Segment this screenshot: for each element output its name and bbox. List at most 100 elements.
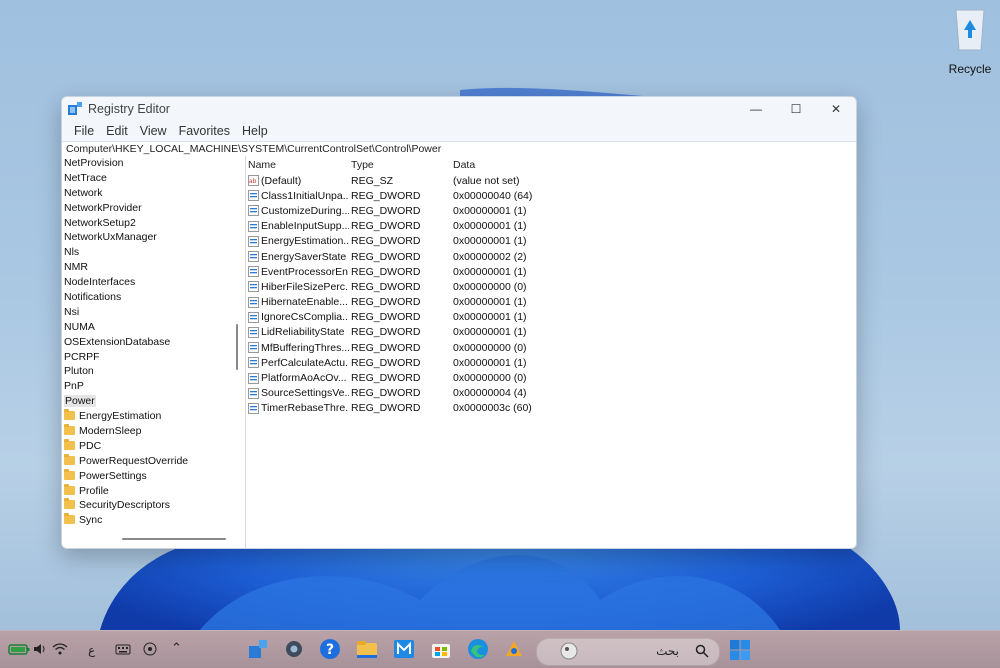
table-row[interactable]: CustomizeDuring... REG_DWORD 0x00000001 (1… [246, 203, 856, 218]
tree-item[interactable]: Pluton [62, 364, 245, 379]
value-name: PlatformAoAcOv... [261, 372, 347, 385]
tree-vertical-scrollbar[interactable] [229, 156, 245, 548]
value-name: HiberFileSizePerc... [261, 280, 349, 293]
tree-item[interactable]: PCRPF [62, 350, 245, 365]
battery-icon[interactable] [8, 641, 30, 657]
menu-favorites[interactable]: Favorites [173, 124, 236, 138]
maximize-button[interactable]: ☐ [776, 97, 816, 121]
start-windows-icon[interactable] [729, 639, 751, 661]
tree-horizontal-scroll-thumb[interactable] [122, 538, 226, 540]
tree-item[interactable]: OSExtensionDatabase [62, 335, 245, 350]
registry-editor-taskbar-icon[interactable] [247, 638, 269, 660]
close-button[interactable]: ✕ [816, 97, 856, 121]
tree-item[interactable]: PDC [62, 438, 245, 454]
table-row[interactable]: Class1InitialUnpa... REG_DWORD 0x00000040 … [246, 188, 856, 203]
minimize-button[interactable]: — [736, 97, 776, 121]
tree-item[interactable]: Sync [62, 513, 245, 528]
svg-text:ab: ab [249, 178, 257, 185]
key-tree-pane[interactable]: NetProvision NetTrace Network NetworkProvid… [62, 156, 245, 548]
tree-item[interactable]: ModernSleep [62, 424, 245, 439]
tree-item[interactable]: NetProvision [62, 156, 245, 171]
tree-item-label: Power [64, 395, 96, 408]
value-type-cell: REG_DWORD [351, 387, 421, 400]
volume-icon[interactable] [33, 641, 47, 657]
column-type-header[interactable]: Type [349, 159, 451, 171]
column-data-header[interactable]: Data [451, 159, 653, 171]
tree-item-label: OSExtensionDatabase [64, 335, 171, 348]
table-row[interactable]: PlatformAoAcOv... REG_DWORD 0x00000000 (0) [246, 370, 856, 385]
tree-item-label: NetworkUxManager [64, 231, 157, 244]
microsoft-store-icon[interactable] [430, 638, 452, 660]
chevron-up-icon[interactable]: ⌃ [171, 641, 182, 656]
tree-item[interactable]: EnergyEstimation [62, 409, 245, 424]
mail-app-icon[interactable] [393, 638, 415, 660]
tree-item[interactable]: NetworkProvider [62, 201, 245, 216]
table-row[interactable]: EnergySaverState REG_DWORD 0x00000002 (2) [246, 249, 856, 264]
keyboard-icon[interactable] [115, 641, 131, 657]
tree-item-label: EnergyEstimation [79, 410, 162, 423]
table-row[interactable]: ab (Default) REG_SZ (value not set) [246, 173, 856, 188]
title-bar[interactable]: Registry Editor — ☐ ✕ [62, 97, 856, 121]
menu-view[interactable]: View [134, 124, 173, 138]
value-name: EnableInputSupp... [261, 220, 349, 233]
app-taskbar-icon[interactable] [503, 638, 525, 660]
value-name: EventProcessorEn... [261, 265, 349, 278]
value-name-cell: EventProcessorEn... [246, 266, 349, 278]
value-data-cell: 0x00000001 (1) [453, 326, 527, 339]
search-highlight-icon [560, 642, 578, 660]
tree-item[interactable]: NUMA [62, 320, 245, 335]
table-row[interactable]: HiberFileSizePerc... REG_DWORD 0x00000000 … [246, 279, 856, 294]
folder-icon [64, 468, 75, 480]
tree-item[interactable]: NodeInterfaces [62, 275, 245, 290]
menu-edit[interactable]: Edit [100, 124, 134, 138]
tree-item[interactable]: NMR [62, 260, 245, 275]
value-name: LidReliabilityState [261, 326, 345, 339]
tree-item-label: Nsi [64, 305, 80, 318]
file-explorer-icon[interactable] [356, 638, 378, 660]
input-language-indicator[interactable]: ع [88, 643, 95, 657]
settings-gear-icon[interactable] [283, 638, 305, 660]
tree-item[interactable]: Profile [62, 483, 245, 499]
tree-item[interactable]: SecurityDescriptors [62, 498, 245, 513]
tree-item[interactable]: NetworkSetup2 [62, 216, 245, 231]
menu-help[interactable]: Help [236, 124, 274, 138]
tree-item-label: NodeInterfaces [64, 276, 136, 289]
table-row[interactable]: TimerRebaseThre... REG_DWORD 0x0000003c (6… [246, 401, 856, 416]
values-pane[interactable]: Name Type Data ab (Default) REG_SZ (value n… [246, 156, 856, 548]
recycle-bin-desktop-icon[interactable]: Recycle [942, 4, 998, 76]
table-row[interactable]: IgnoreCsComplia... REG_DWORD 0x00000001 (1… [246, 310, 856, 325]
taskbar-search-box[interactable]: بحث [536, 638, 720, 666]
registry-editor-icon [68, 102, 82, 115]
help-icon[interactable]: ? [319, 638, 341, 660]
table-row[interactable]: MfBufferingThres... REG_DWORD 0x00000000 (… [246, 340, 856, 355]
tree-item-label: NetworkSetup2 [64, 216, 136, 229]
tree-item[interactable]: PnP [62, 379, 245, 394]
table-row[interactable]: PerfCalculateActu... REG_DWORD 0x00000001 … [246, 355, 856, 370]
tree-item[interactable]: Network [62, 186, 245, 201]
menu-file[interactable]: File [68, 124, 100, 138]
value-data-cell: 0x00000004 (4) [453, 387, 527, 400]
tree-item[interactable]: NetTrace [62, 171, 245, 186]
table-row[interactable]: SourceSettingsVe... REG_DWORD 0x00000004 (… [246, 386, 856, 401]
table-row[interactable]: EnableInputSupp... REG_DWORD 0x00000001 (1… [246, 219, 856, 234]
tree-item[interactable]: PowerSettings [62, 468, 245, 484]
wifi-icon[interactable] [52, 641, 68, 657]
tree-item-label: Pluton [64, 365, 94, 378]
tree-item[interactable]: NetworkUxManager [62, 230, 245, 245]
tree-item[interactable]: Nsi [62, 305, 245, 320]
tree-item[interactable]: Nls [62, 245, 245, 260]
tree-item[interactable]: PowerRequestOverride [62, 453, 245, 469]
binary-value-icon [248, 402, 259, 414]
tree-scroll-thumb[interactable] [236, 324, 238, 370]
value-type-cell: REG_DWORD [351, 280, 421, 293]
edge-browser-icon[interactable] [467, 638, 489, 660]
table-row[interactable]: EnergyEstimation... REG_DWORD 0x00000001 (… [246, 234, 856, 249]
tree-item[interactable]: Notifications [62, 290, 245, 305]
table-row[interactable]: LidReliabilityState REG_DWORD 0x00000001 (… [246, 325, 856, 340]
system-settings-tray-icon[interactable] [142, 641, 158, 657]
value-name-cell: EnergySaverState [246, 251, 349, 263]
column-name-header[interactable]: Name [246, 159, 349, 171]
table-row[interactable]: HibernateEnable... REG_DWORD 0x00000001 (1… [246, 295, 856, 310]
tree-item[interactable]: Power [62, 394, 245, 409]
table-row[interactable]: EventProcessorEn... REG_DWORD 0x00000001 (… [246, 264, 856, 279]
